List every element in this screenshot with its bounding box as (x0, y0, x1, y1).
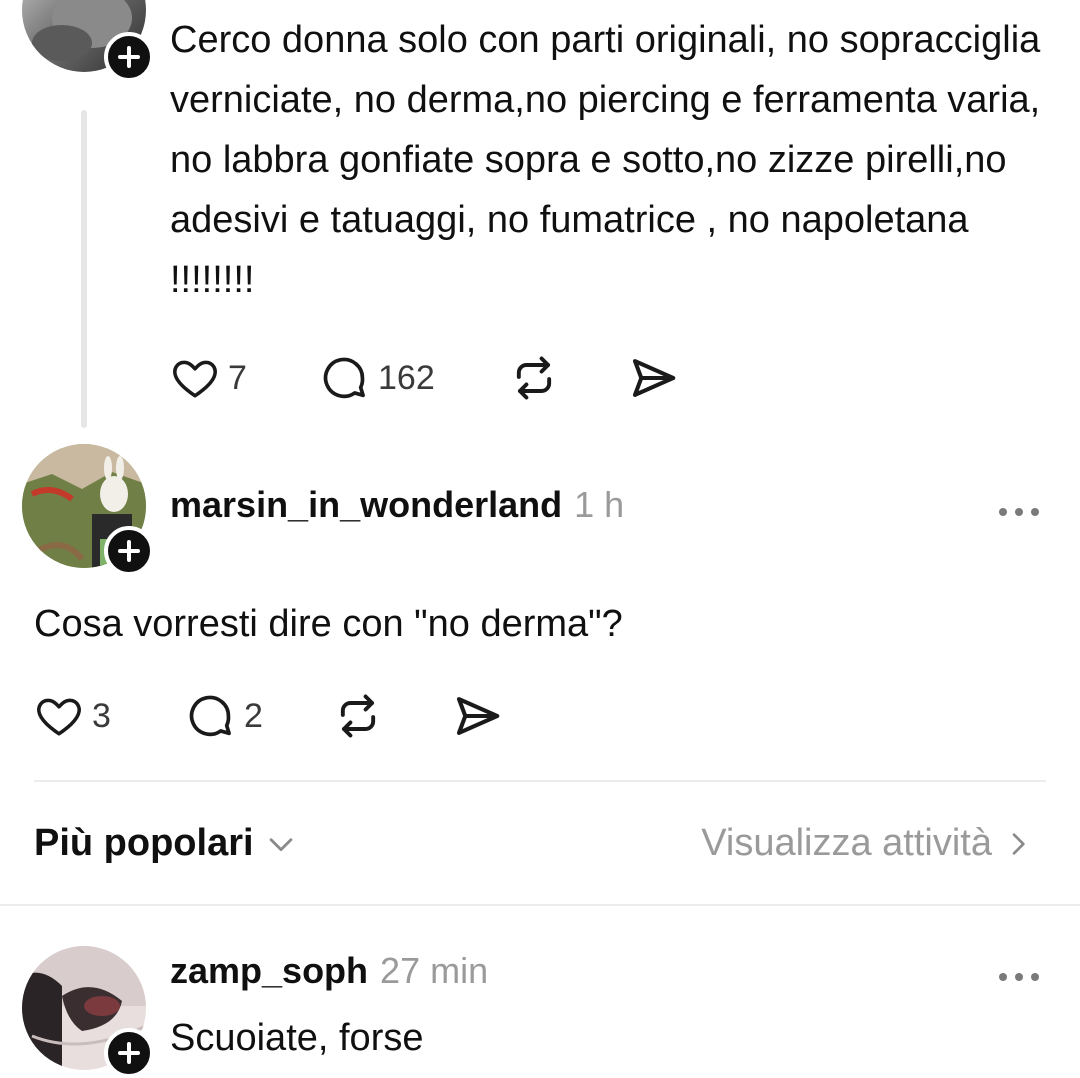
send-icon (456, 697, 500, 735)
comment-username[interactable]: zamp_soph (170, 950, 368, 992)
post-text: Cerco donna solo con parti originali, no… (170, 19, 1041, 301)
plus-icon (118, 1042, 140, 1064)
plus-icon (118, 46, 140, 68)
follow-button[interactable] (104, 32, 154, 82)
comment-text: Scuoiate, forse (170, 1017, 424, 1059)
reply-text: Cosa vorresti dire con "no derma"? (34, 603, 623, 645)
like-button[interactable]: 7 (170, 350, 247, 406)
reply-button[interactable]: 162 (318, 350, 435, 406)
more-options-button[interactable] (993, 967, 1045, 987)
heart-icon (173, 360, 217, 398)
view-activity-link[interactable]: Visualizza attività (701, 822, 1034, 865)
comment-bubble-icon (189, 695, 231, 737)
comment-time: 27 min (380, 950, 489, 991)
share-button[interactable] (626, 350, 680, 406)
follow-button[interactable] (104, 526, 154, 576)
more-dot (1031, 973, 1039, 981)
heart-icon (37, 698, 81, 736)
thread-line (81, 110, 87, 428)
repost-icon (516, 356, 552, 400)
sort-dropdown[interactable]: Più popolari (34, 822, 298, 865)
reply-header: marsin_in_wonderland 1 h (170, 484, 624, 526)
follow-button[interactable] (104, 1028, 154, 1078)
share-button[interactable] (450, 688, 504, 744)
divider (0, 904, 1080, 906)
more-dots-icon (999, 973, 1007, 981)
comment-header: zamp_soph 27 min (170, 950, 488, 992)
reply-username[interactable]: marsin_in_wonderland (170, 484, 562, 526)
plus-icon (118, 540, 140, 562)
chevron-right-icon (1012, 832, 1025, 855)
view-activity-label: Visualizza attività (701, 822, 992, 864)
reply-count: 2 (244, 696, 263, 735)
like-count: 3 (92, 696, 111, 735)
divider (34, 780, 1046, 782)
more-dot (1031, 508, 1039, 516)
like-count: 7 (228, 358, 247, 397)
sort-label: Più popolari (34, 822, 254, 864)
more-dot (1015, 973, 1023, 981)
like-button[interactable]: 3 (34, 688, 111, 744)
more-options-button[interactable] (993, 502, 1045, 522)
more-dots-icon (999, 508, 1007, 516)
chevron-down-icon (269, 837, 292, 851)
reply-button[interactable]: 2 (184, 688, 263, 744)
more-dot (1015, 508, 1023, 516)
comment-bubble-icon (323, 357, 365, 399)
reply-time: 1 h (574, 484, 625, 525)
repost-button[interactable] (508, 350, 560, 406)
reply-count: 162 (378, 358, 435, 397)
repost-button[interactable] (332, 688, 384, 744)
repost-icon (340, 694, 376, 738)
send-icon (632, 359, 676, 397)
